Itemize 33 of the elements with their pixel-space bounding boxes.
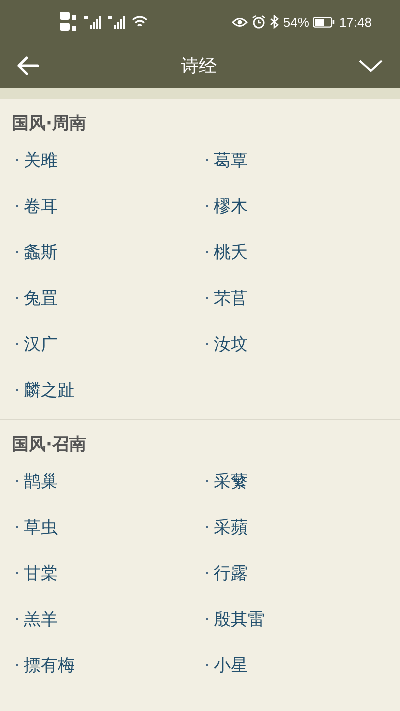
eye-icon — [232, 16, 248, 28]
poem-link[interactable]: 摽有梅 — [24, 654, 75, 676]
poem-link[interactable]: 甘棠 — [24, 562, 58, 584]
alarm-icon — [252, 15, 266, 29]
page-title: 诗经 — [181, 55, 217, 78]
signal-icon — [108, 15, 128, 29]
poem-link[interactable]: 樛木 — [214, 194, 248, 218]
poem-link[interactable]: 行露 — [214, 562, 248, 584]
poem-link[interactable]: 关雎 — [24, 148, 58, 172]
poem-link[interactable]: 葛覃 — [214, 148, 248, 172]
poem-link[interactable]: 兔罝 — [24, 286, 58, 310]
poem-link[interactable]: 螽斯 — [24, 240, 58, 264]
wifi-icon — [132, 16, 148, 28]
bluetooth-icon — [270, 15, 280, 29]
poem-link[interactable]: 麟之趾 — [24, 378, 75, 402]
battery-icon — [313, 16, 336, 28]
poem-link[interactable]: 采蘩 — [214, 470, 248, 492]
poem-link[interactable]: 采蘋 — [214, 516, 248, 538]
section-title: 国风·召南 — [11, 434, 88, 457]
poem-link[interactable]: 汝坟 — [214, 332, 248, 356]
poem-link[interactable]: 羔羊 — [24, 608, 58, 630]
battery-percent: 54% — [283, 14, 310, 30]
section-title: 国风·周南 — [11, 113, 88, 136]
poem-link[interactable]: 芣苢 — [214, 286, 248, 310]
poem-link[interactable]: 卷耳 — [24, 194, 58, 218]
poem-link[interactable]: 小星 — [214, 654, 248, 676]
clock-time: 17:48 — [339, 14, 372, 30]
signal-icon — [84, 15, 104, 29]
poem-link[interactable]: 汉广 — [24, 332, 58, 356]
poem-link[interactable]: 草虫 — [24, 516, 58, 538]
poem-link[interactable]: 殷其雷 — [214, 608, 265, 630]
poem-link[interactable]: 桃夭 — [214, 240, 248, 264]
poem-link[interactable]: 鹊巢 — [24, 470, 58, 492]
